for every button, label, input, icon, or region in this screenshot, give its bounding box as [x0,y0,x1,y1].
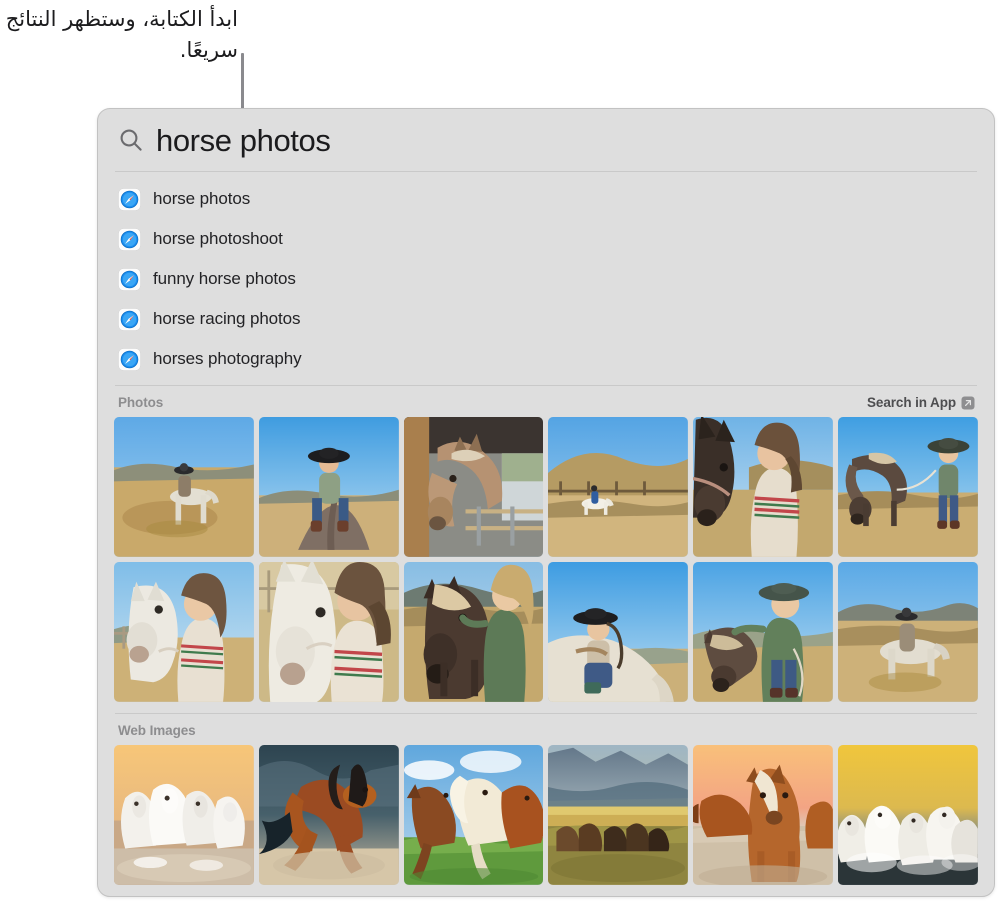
search-input-value[interactable]: horse photos [156,125,331,156]
web-image-tile[interactable] [548,744,689,885]
photo-tile[interactable] [403,561,544,702]
suggestion-label: horse photoshoot [153,229,283,248]
web-image-tile[interactable] [693,744,834,885]
suggestion-item[interactable]: horses photography [98,339,994,379]
safari-compass-icon [118,187,141,211]
photo-tile[interactable] [114,561,254,702]
web-image-tile[interactable] [114,744,254,885]
search-field-row[interactable]: horse photos [98,109,994,171]
web-images-section-header: Web Images [98,714,994,745]
photos-section-header: Photos Search in App [98,386,994,417]
photos-grid [98,417,994,702]
photo-tile[interactable] [403,417,544,557]
photo-tile[interactable] [258,417,399,557]
web-image-tile[interactable] [403,744,544,885]
photo-tile[interactable] [548,417,689,557]
suggestion-item[interactable]: funny horse photos [98,259,994,299]
web-images-grid [98,744,994,885]
suggestion-item[interactable]: horse racing photos [98,299,994,339]
suggestion-label: horse racing photos [153,309,301,328]
web-image-tile[interactable] [258,744,399,885]
photo-tile[interactable] [693,417,834,557]
photo-tile[interactable] [838,417,978,557]
spotlight-panel: horse photos horse photos horse photosho… [97,108,995,897]
photos-section-title: Photos [118,395,164,410]
callout-annotation-text: ابدأ الكتابة، وستظهر النتائج سريعًا. [5,7,238,62]
photo-tile[interactable] [114,417,254,557]
suggestions-list: horse photos horse photoshoot funny hors… [98,172,994,385]
search-in-app-label: Search in App [867,395,956,410]
spotlight-search-screenshot: ابدأ الكتابة، وستظهر النتائج سريعًا. hor… [0,0,998,902]
safari-compass-icon [118,267,141,291]
search-icon [120,129,142,151]
suggestion-item[interactable]: horse photoshoot [98,219,994,259]
search-in-app-button[interactable]: Search in App [867,395,975,410]
suggestion-label: funny horse photos [153,269,296,288]
web-images-section-title: Web Images [118,722,196,738]
photo-tile[interactable] [838,561,978,702]
safari-compass-icon [118,307,141,331]
suggestion-label: horses photography [153,349,302,368]
arrow-up-right-box-icon [961,396,975,409]
safari-compass-icon [118,347,141,371]
safari-compass-icon [118,227,141,251]
photo-tile[interactable] [258,561,399,702]
photo-tile[interactable] [693,561,834,702]
suggestion-item[interactable]: horse photos [98,179,994,219]
web-image-tile[interactable] [838,744,978,885]
suggestion-label: horse photos [153,189,251,208]
photo-tile[interactable] [548,561,689,702]
